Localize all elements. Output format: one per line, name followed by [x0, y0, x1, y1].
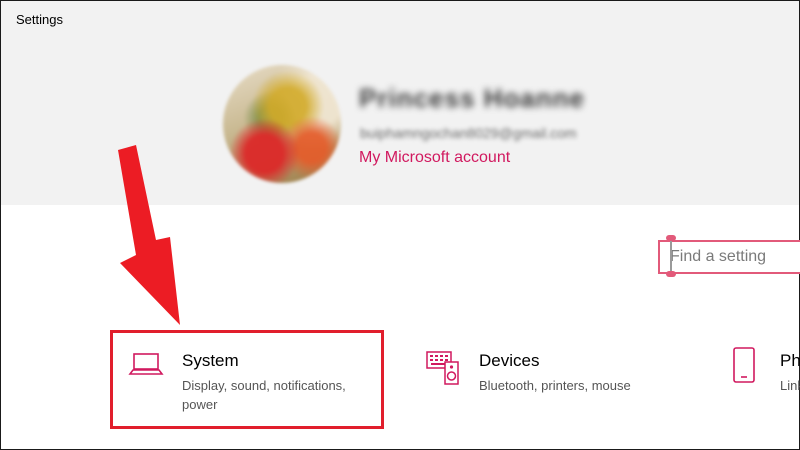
category-label: Devices: [479, 351, 540, 370]
category-devices[interactable]: Devices Bluetooth, printers, mouse: [407, 332, 687, 426]
category-description: Display, sound, notifications, power: [182, 378, 346, 412]
profile-name: Princess Hoanne: [359, 83, 585, 113]
phone-icon: [726, 346, 762, 383]
category-system[interactable]: System Display, sound, notifications, po…: [110, 332, 386, 426]
text-cursor-handle: [666, 235, 676, 277]
search-box[interactable]: [658, 235, 800, 277]
avatar: [223, 65, 341, 183]
window-title: Settings: [16, 12, 63, 27]
category-label: Pho: [780, 351, 800, 370]
category-label: System: [182, 351, 239, 370]
category-description: Bluetooth, printers, mouse: [479, 378, 631, 393]
red-arrow-annotation: [118, 145, 180, 325]
my-microsoft-account-link[interactable]: My Microsoft account: [359, 149, 510, 167]
laptop-icon: [128, 346, 164, 382]
category-phone[interactable]: Pho Link: [708, 332, 800, 426]
keyboard-speaker-icon: [425, 346, 461, 385]
search-input[interactable]: [670, 246, 800, 268]
profile-email: buiphamngochan8029@gmail.com: [360, 125, 577, 141]
category-description: Link: [780, 378, 800, 393]
